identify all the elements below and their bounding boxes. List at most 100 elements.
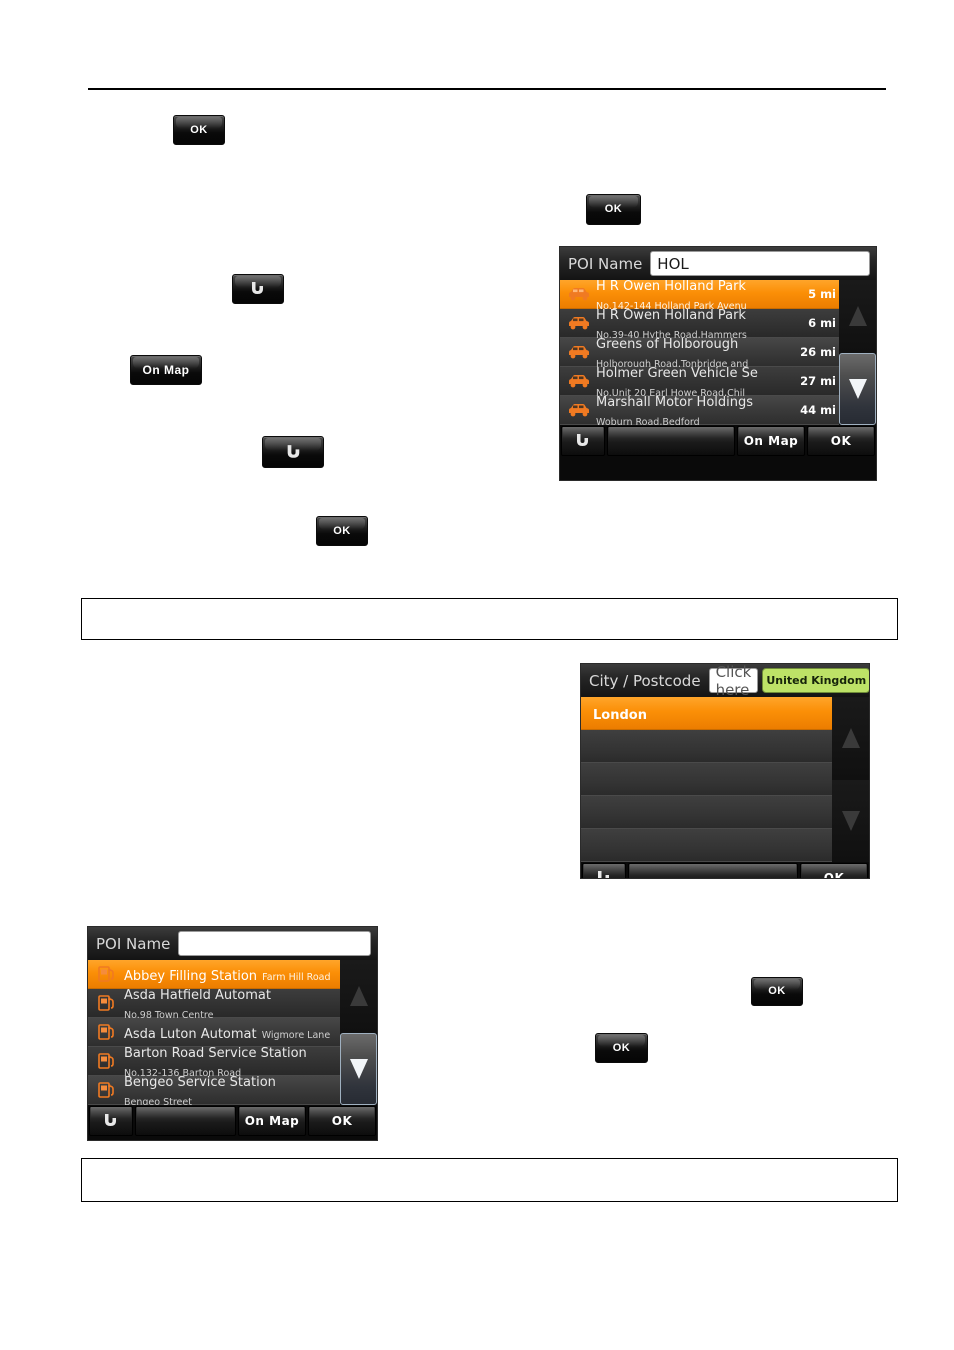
poi-name: Abbey Filling Station [124,968,258,984]
button-gloss [609,427,733,439]
button-gloss [310,1107,374,1119]
chevron-down-icon [848,378,867,399]
fuel-pump-icon [92,1049,122,1073]
chevron-down-icon [841,810,860,831]
poi-name: H R Owen Holland Park [596,279,746,294]
inline-back-button-2[interactable] [262,436,324,468]
inline-ok-button-4-label: OK [768,985,786,997]
city-postcode-input[interactable]: Click here [708,664,759,699]
table-row[interactable]: Asda Hatfield Automat No.98 Town Centre [88,989,340,1021]
button-gloss [739,427,803,439]
list-item[interactable]: London [581,697,832,730]
button-gloss [630,864,796,876]
poi-name: Holmer Green Vehicle Se [596,366,758,381]
poi-distance: 26 mi [800,345,836,359]
city-footer: OK [581,862,869,878]
poi-hol-footer: On Map OK [560,425,876,457]
scroll-down-button[interactable] [340,1032,377,1105]
list-item[interactable] [581,763,832,796]
car-icon [564,398,594,422]
inline-ok-button-3-label: OK [604,203,623,215]
poi-hol-scrollbar[interactable] [839,280,876,425]
inline-ok-button-3[interactable]: OK [586,194,641,225]
page-header-rule [88,88,886,90]
car-icon [564,340,594,364]
back-arrow-icon [101,1112,121,1130]
inline-on-map-button-label: On Map [142,363,190,377]
inline-ok-button-5[interactable]: OK [595,1033,648,1063]
list-item[interactable] [581,796,832,829]
on-map-button[interactable]: On Map [737,426,805,456]
city-name: London [593,707,647,723]
inline-on-map-button[interactable]: On Map [130,355,202,385]
poi-name: Asda Luton Automat [124,1026,257,1042]
city-list: London [581,697,832,862]
poi-hol-body: H R Owen Holland Park No.142-144 Holland… [560,279,876,428]
country-badge[interactable]: United Kingdom [762,668,869,693]
scroll-down-button[interactable] [839,352,876,425]
back-button[interactable] [582,863,626,878]
city-body: London [581,697,869,862]
poi-address: Wigmore Lane [261,1029,331,1041]
back-arrow-icon [573,432,593,450]
ok-button[interactable]: OK [807,426,875,456]
scroll-up-button[interactable] [832,697,869,780]
poi-hol-name-input[interactable]: HOL [650,251,870,276]
list-item[interactable] [581,829,832,862]
inline-ok-button-5-label: OK [612,1041,631,1054]
ok-button[interactable]: OK [308,1106,376,1136]
inline-ok-button-1[interactable]: OK [173,115,225,145]
footer-spacer-button[interactable] [135,1106,236,1136]
note-box-2 [81,1158,898,1202]
table-row-text: Bengeo Service Station Bengeo Street [122,1071,340,1109]
fuel-pump-icon [92,991,122,1015]
poi-name: H R Owen Holland Park [596,308,746,323]
on-map-button[interactable]: On Map [238,1106,306,1136]
country-badge-label: United Kingdom [766,674,867,687]
device-screenshot-city-postcode: City / Postcode Click here United Kingdo… [580,663,870,879]
inline-back-button-1[interactable] [232,274,284,304]
fuel-pump-icon [92,1020,122,1044]
scroll-down-button[interactable] [832,779,869,862]
poi-distance: 5 mi [808,287,836,301]
footer-spacer-button[interactable] [628,863,798,878]
back-arrow-icon [594,869,614,878]
poi-fuel-list: Abbey Filling Station Farm Hill Road Asd… [88,960,340,1108]
manual-page: OK On Map OK OK OK OK POI Name HOL H R O… [0,0,954,1350]
poi-fuel-footer: On Map OK [88,1105,377,1137]
button-gloss [809,427,873,439]
back-arrow-icon [248,280,268,298]
list-item[interactable] [581,730,832,763]
poi-name: Greens of Holborough [596,337,739,352]
footer-spacer-button[interactable] [607,426,735,456]
table-row[interactable]: Marshall Motor Holdings Woburn Road,Bedf… [560,396,839,428]
device-screenshot-poi-name-fuel: POI Name Abbey Filling Station Farm Hill… [87,926,378,1141]
poi-hol-list: H R Owen Holland Park No.142-144 Holland… [560,279,839,428]
poi-fuel-header-label: POI Name [96,934,171,953]
poi-name: Barton Road Service Station [124,1046,307,1061]
back-button[interactable] [89,1106,133,1136]
scroll-up-button[interactable] [340,960,377,1033]
table-row[interactable]: Bengeo Service Station Bengeo Street [88,1076,340,1108]
poi-address: Farm Hill Road [262,971,331,983]
inline-ok-button-2-label: OK [333,524,351,537]
button-gloss [137,1107,234,1119]
poi-distance: 27 mi [800,374,836,388]
inline-ok-button-1-label: OK [190,123,208,136]
button-gloss [802,864,866,876]
poi-fuel-name-input[interactable] [178,931,371,956]
poi-fuel-scrollbar[interactable] [340,960,377,1105]
inline-ok-button-4[interactable]: OK [751,977,803,1006]
back-button[interactable] [561,426,605,456]
ok-button[interactable]: OK [800,863,868,878]
city-header: City / Postcode Click here United Kingdo… [581,664,869,699]
scroll-up-button[interactable] [839,280,876,353]
note-box-1 [81,598,898,640]
poi-fuel-header: POI Name [88,927,377,960]
city-scrollbar[interactable] [832,697,869,862]
fuel-pump-icon [92,1078,122,1102]
car-icon [564,282,594,306]
inline-ok-button-2[interactable]: OK [316,516,368,546]
chevron-down-icon [349,1058,368,1079]
chevron-up-icon [841,728,860,749]
